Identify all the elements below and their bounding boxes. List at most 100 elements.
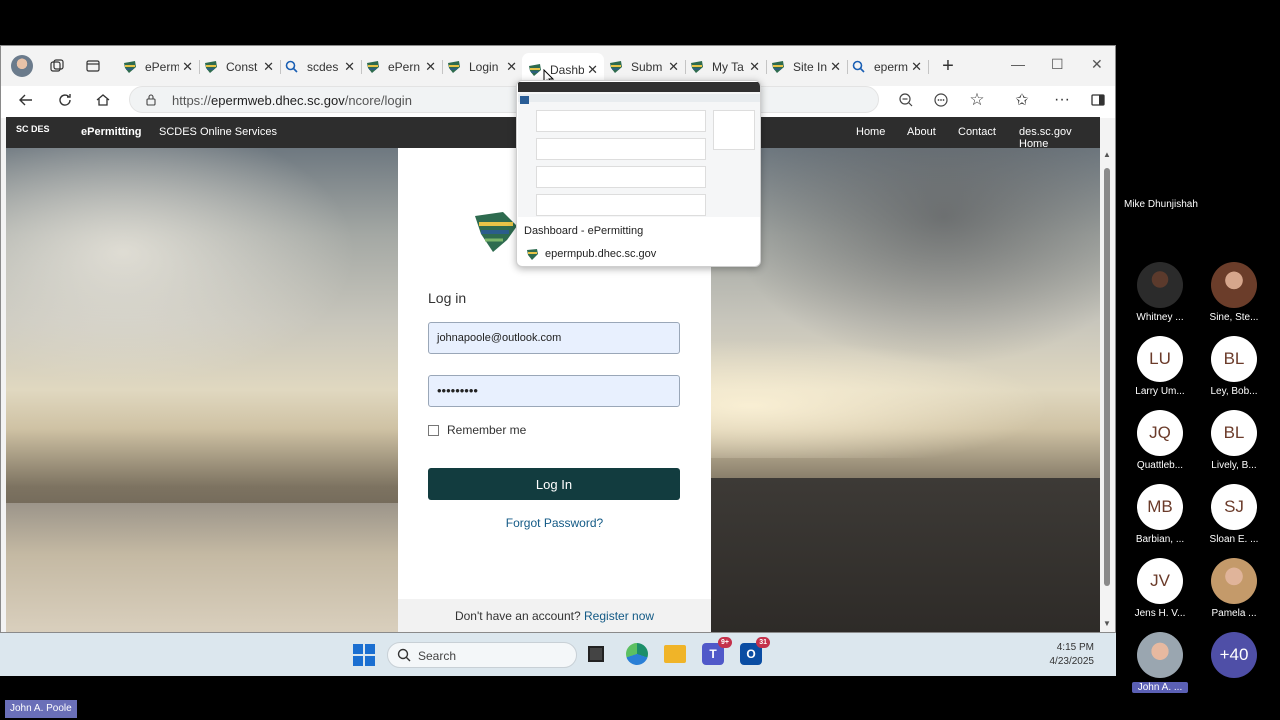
avatar bbox=[1211, 558, 1257, 604]
tab-title: eperm bbox=[874, 60, 908, 74]
taskbar-search-placeholder: Search bbox=[418, 649, 457, 663]
nav-des-home[interactable]: des.sc.gov Home bbox=[1019, 126, 1100, 150]
url-host: epermweb.dhec.sc.gov bbox=[211, 93, 345, 108]
browser-tab[interactable]: eperm ✕ bbox=[846, 54, 929, 80]
scroll-down-icon[interactable]: ▼ bbox=[1103, 619, 1111, 628]
read-aloud-icon[interactable] bbox=[930, 89, 952, 111]
remember-me-checkbox[interactable] bbox=[428, 425, 439, 436]
scdes-logo[interactable]: SC DES bbox=[16, 124, 50, 134]
browser-tab[interactable]: Login ✕ bbox=[441, 54, 524, 80]
close-tab-icon[interactable]: ✕ bbox=[668, 59, 679, 75]
windows-start-icon[interactable] bbox=[353, 644, 375, 671]
system-clock[interactable]: 4:15 PM 4/23/2025 bbox=[1050, 641, 1095, 669]
participant-name: John A. ... bbox=[1132, 682, 1188, 693]
close-tab-icon[interactable]: ✕ bbox=[182, 59, 193, 75]
close-tab-icon[interactable]: ✕ bbox=[830, 59, 841, 75]
tab-hover-preview[interactable]: Dashboard - ePermitting epermpub.dhec.sc… bbox=[516, 80, 761, 267]
participant-name: Whitney ... bbox=[1136, 312, 1184, 323]
scroll-thumb[interactable] bbox=[1104, 168, 1110, 586]
sc-leaf-icon bbox=[447, 60, 461, 74]
close-tab-icon[interactable]: ✕ bbox=[344, 59, 355, 75]
workspaces-icon[interactable] bbox=[46, 55, 68, 77]
close-tab-icon[interactable]: ✕ bbox=[587, 62, 598, 78]
browser-tab[interactable]: Site In ✕ bbox=[765, 54, 848, 80]
remember-me-label[interactable]: Remember me bbox=[447, 423, 526, 437]
nav-home[interactable]: Home bbox=[856, 126, 885, 138]
nav-contact[interactable]: Contact bbox=[958, 126, 996, 138]
browser-tab[interactable]: My Ta ✕ bbox=[684, 54, 767, 80]
password-field[interactable]: ••••••••• bbox=[428, 375, 680, 407]
close-tab-icon[interactable]: ✕ bbox=[263, 59, 274, 75]
maximize-button[interactable]: ☐ bbox=[1051, 56, 1064, 73]
browser-tab[interactable]: ePern ✕ bbox=[360, 54, 443, 80]
profile-avatar[interactable] bbox=[11, 55, 33, 77]
participant-tile[interactable]: JQ Quattleb... bbox=[1132, 410, 1188, 471]
site-info-icon[interactable] bbox=[140, 89, 162, 111]
participant-tile[interactable]: Pamela ... bbox=[1206, 558, 1262, 619]
refresh-icon[interactable] bbox=[54, 89, 76, 111]
taskbar-search[interactable]: Search bbox=[387, 642, 577, 668]
participant-tile[interactable]: MB Barbian, ... bbox=[1132, 484, 1188, 545]
file-explorer-icon[interactable] bbox=[664, 645, 686, 663]
close-window-button[interactable]: ✕ bbox=[1091, 56, 1103, 73]
participant-tile[interactable]: John A. ... bbox=[1132, 632, 1188, 693]
scroll-up-icon[interactable]: ▲ bbox=[1103, 150, 1111, 159]
participant-tile[interactable]: JV Jens H. V... bbox=[1132, 558, 1188, 619]
close-tab-icon[interactable]: ✕ bbox=[911, 59, 922, 75]
tab-title: Dashb bbox=[550, 62, 584, 77]
new-tab-button[interactable]: + bbox=[937, 55, 959, 77]
close-tab-icon[interactable]: ✕ bbox=[425, 59, 436, 75]
teams-icon[interactable]: T 9+ bbox=[702, 637, 732, 665]
tab-title: Subm bbox=[631, 60, 663, 74]
sc-leaf-icon bbox=[526, 248, 539, 261]
close-tab-icon[interactable]: ✕ bbox=[506, 59, 517, 75]
avatar bbox=[1137, 632, 1183, 678]
email-field[interactable]: johnapoole@outlook.com bbox=[428, 322, 680, 354]
avatar: MB bbox=[1137, 484, 1183, 530]
participant-name: Sloan E. ... bbox=[1209, 534, 1259, 545]
login-button[interactable]: Log In bbox=[428, 468, 680, 500]
favorites-icon[interactable]: ✩ bbox=[1011, 89, 1033, 111]
sc-leaf-icon bbox=[366, 60, 380, 74]
tab-title: ePerm bbox=[145, 60, 179, 74]
login-heading: Log in bbox=[428, 290, 467, 306]
zoom-out-icon[interactable] bbox=[895, 89, 917, 111]
close-tab-icon[interactable]: ✕ bbox=[749, 59, 760, 75]
sc-leaf-icon bbox=[690, 60, 704, 74]
minimize-button[interactable]: — bbox=[1011, 56, 1025, 72]
teams-badge: 9+ bbox=[718, 637, 732, 648]
register-link[interactable]: Register now bbox=[584, 609, 654, 623]
participant-tile[interactable]: SJ Sloan E. ... bbox=[1206, 484, 1262, 545]
tab-title: Site In bbox=[793, 60, 827, 74]
browser-tab[interactable]: Const ✕ bbox=[198, 54, 281, 80]
participant-tile[interactable]: BL Lively, B... bbox=[1206, 410, 1262, 471]
participant-tile[interactable]: LU Larry Um... bbox=[1132, 336, 1188, 397]
browser-tab[interactable]: Subm ✕ bbox=[603, 54, 686, 80]
preview-title: Dashboard - ePermitting bbox=[524, 225, 644, 237]
page-scrollbar[interactable]: ▲ ▼ bbox=[1101, 150, 1113, 628]
browser-tab[interactable]: ePerm ✕ bbox=[117, 54, 200, 80]
home-icon[interactable] bbox=[92, 89, 114, 111]
outlook-icon[interactable]: O 31 bbox=[740, 637, 770, 665]
participant-tile[interactable]: BL Ley, Bob... bbox=[1206, 336, 1262, 397]
sc-leaf-icon bbox=[609, 60, 623, 74]
task-view-icon[interactable] bbox=[588, 646, 604, 662]
avatar: JV bbox=[1137, 558, 1183, 604]
participant-tile[interactable]: Sine, Ste... bbox=[1206, 262, 1262, 323]
avatar: JQ bbox=[1137, 410, 1183, 456]
back-icon[interactable] bbox=[15, 89, 37, 111]
more-participants-button[interactable]: +40 bbox=[1206, 632, 1262, 678]
tab-title: My Ta bbox=[712, 60, 744, 74]
favorite-star-icon[interactable]: ☆ bbox=[966, 89, 988, 111]
tab-actions-icon[interactable] bbox=[82, 55, 104, 77]
sidebar-toggle-icon[interactable] bbox=[1087, 89, 1109, 111]
forgot-password-link[interactable]: Forgot Password? bbox=[398, 516, 711, 530]
nav-about[interactable]: About bbox=[907, 126, 936, 138]
sc-leaf-icon bbox=[204, 60, 218, 74]
participant-tile[interactable]: Whitney ... bbox=[1132, 262, 1188, 323]
edge-browser-icon[interactable] bbox=[626, 643, 648, 665]
more-options-icon[interactable]: ··· bbox=[1051, 89, 1073, 111]
browser-tab[interactable]: scdes ✕ bbox=[279, 54, 362, 80]
url-field[interactable]: https://epermweb.dhec.sc.gov/ncore/login bbox=[129, 86, 879, 113]
site-brand[interactable]: ePermitting bbox=[81, 126, 142, 138]
